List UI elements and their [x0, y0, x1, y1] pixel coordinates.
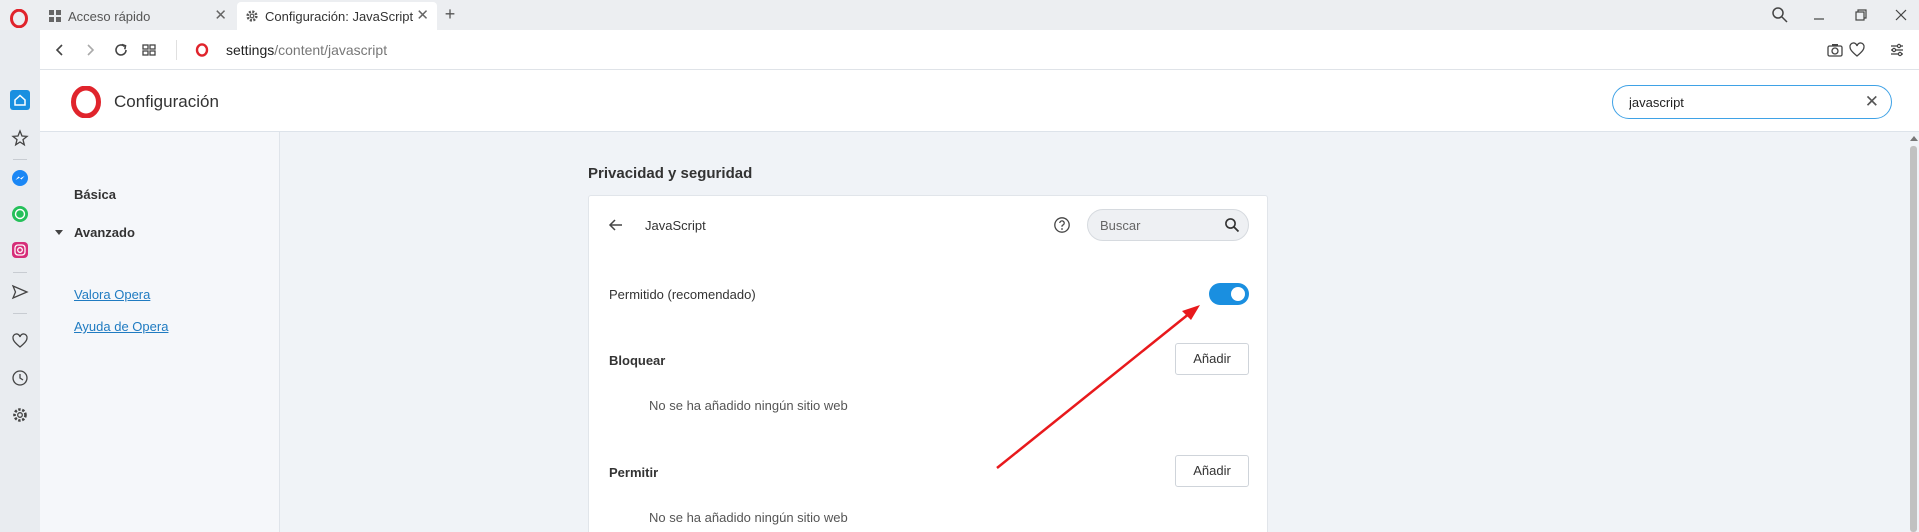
allow-empty-message: No se ha añadido ningún sitio web — [649, 510, 848, 525]
tab-grid-icon[interactable] — [139, 40, 159, 60]
address-divider — [176, 40, 177, 60]
sidebar-divider — [13, 159, 27, 160]
block-label: Bloquear — [609, 353, 666, 368]
instagram-icon[interactable] — [10, 240, 30, 260]
rate-opera-link[interactable]: Valora Opera — [74, 287, 150, 302]
site-search-input[interactable] — [1100, 218, 1210, 233]
tab-label: Acceso rápido — [68, 8, 151, 24]
site-search[interactable] — [1087, 209, 1249, 241]
home-icon[interactable] — [10, 90, 30, 110]
settings-search[interactable]: ✕ — [1612, 85, 1892, 119]
settings-search-input[interactable] — [1629, 95, 1849, 110]
javascript-settings-card: JavaScript Permitido (recomendado) Bloqu… — [588, 195, 1268, 532]
clear-search-icon[interactable]: ✕ — [1865, 93, 1879, 111]
url-path: /content/javascript — [274, 42, 388, 58]
reload-icon[interactable] — [111, 40, 131, 60]
opera-site-icon[interactable] — [192, 40, 212, 60]
heart-icon[interactable] — [1848, 41, 1866, 59]
close-tab-icon[interactable]: ✕ — [416, 8, 429, 23]
grid-icon — [48, 9, 62, 23]
url-host: settings — [226, 42, 275, 58]
toggle-knob — [1231, 287, 1245, 301]
section-title: Privacidad y seguridad — [588, 165, 753, 182]
opera-help-link[interactable]: Ayuda de Opera — [74, 319, 168, 334]
restore-icon[interactable] — [1851, 5, 1871, 25]
close-window-icon[interactable] — [1891, 5, 1911, 25]
scrollbar-thumb[interactable] — [1910, 146, 1917, 532]
scroll-up-arrow[interactable] — [1910, 136, 1918, 141]
sidebar — [0, 30, 40, 532]
tab-label: Configuración: JavaScript — [265, 8, 414, 24]
tab-bar: Acceso rápido ✕ Configuración: JavaScrip… — [0, 0, 1919, 30]
gear-icon — [245, 9, 259, 23]
sidebar-divider — [13, 272, 27, 273]
send-icon[interactable] — [10, 282, 30, 302]
scrollbar[interactable] — [1908, 132, 1919, 532]
close-tab-icon[interactable]: ✕ — [214, 8, 227, 23]
expand-arrow-icon — [55, 230, 63, 235]
camera-icon[interactable] — [1826, 41, 1844, 59]
sidebar-divider — [13, 313, 27, 314]
page-title: Configuración — [114, 92, 219, 111]
opera-menu-icon[interactable] — [10, 9, 28, 28]
settings-nav: Básica Avanzado Valora Opera Ayuda de Op… — [40, 132, 280, 532]
address-bar: settings/content/javascript — [40, 30, 1919, 70]
minimize-icon[interactable] — [1809, 5, 1829, 25]
heart-icon[interactable] — [10, 331, 30, 351]
search-tabs-icon[interactable] — [1770, 5, 1790, 25]
opera-logo — [71, 86, 101, 118]
help-icon[interactable] — [1053, 216, 1071, 234]
tab-quick-access[interactable]: Acceso rápido ✕ — [40, 2, 235, 30]
back-icon[interactable] — [50, 40, 70, 60]
back-arrow-icon[interactable] — [607, 216, 625, 234]
add-allowed-site-button[interactable]: Añadir — [1175, 455, 1249, 487]
search-icon — [1225, 218, 1240, 233]
tab-settings[interactable]: Configuración: JavaScript ✕ — [237, 2, 437, 30]
javascript-allowed-toggle[interactable] — [1209, 283, 1249, 305]
allowed-label: Permitido (recomendado) — [609, 287, 756, 302]
add-blocked-site-button[interactable]: Añadir — [1175, 343, 1249, 375]
url-field[interactable]: settings/content/javascript — [226, 42, 387, 58]
bookmarks-icon[interactable] — [10, 128, 30, 148]
messenger-icon[interactable] — [10, 168, 30, 188]
easy-setup-icon[interactable] — [1888, 41, 1906, 59]
history-icon[interactable] — [10, 368, 30, 388]
new-tab-button[interactable]: + — [440, 4, 460, 24]
settings-gear-icon[interactable] — [10, 405, 30, 425]
settings-header: Configuración ✕ — [40, 70, 1919, 132]
nav-item-basic[interactable]: Básica — [74, 187, 116, 202]
whatsapp-icon[interactable] — [10, 204, 30, 224]
allow-label: Permitir — [609, 465, 659, 480]
forward-icon[interactable] — [80, 40, 100, 60]
card-title: JavaScript — [645, 218, 706, 233]
nav-item-advanced[interactable]: Avanzado — [74, 225, 135, 240]
block-empty-message: No se ha añadido ningún sitio web — [649, 398, 848, 413]
